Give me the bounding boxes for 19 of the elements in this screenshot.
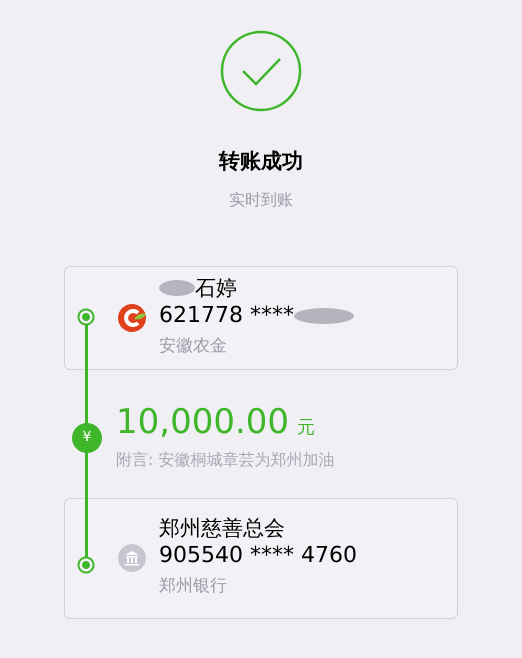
account-name: 石婷 xyxy=(195,274,237,300)
account-name: 郑州慈善总会 xyxy=(159,515,285,541)
yuan-badge: ¥ xyxy=(72,422,102,452)
bank-name: 郑州银行 xyxy=(159,575,228,598)
timeline-node-icon xyxy=(77,308,95,326)
bank-name: 安徽农金 xyxy=(159,334,228,358)
bank-building-icon xyxy=(117,543,147,573)
currency-unit: 元 xyxy=(297,416,316,440)
transfer-amount: 10,000.00 xyxy=(116,402,290,442)
redaction-blur-icon xyxy=(159,278,195,296)
transfer-note: 附言: 安徽桐城章芸为郑州加油 xyxy=(116,448,336,470)
account-number: 905540 **** 4760 xyxy=(159,542,357,570)
account-number: 621778 **** xyxy=(159,302,294,330)
success-check-icon xyxy=(220,30,302,112)
timeline-node-icon xyxy=(77,556,95,574)
redaction-blur-icon xyxy=(294,306,354,324)
result-subtitle: 实时到账 xyxy=(229,188,293,210)
result-title: 转账成功 xyxy=(219,148,303,175)
bank-logo-icon xyxy=(117,302,147,332)
